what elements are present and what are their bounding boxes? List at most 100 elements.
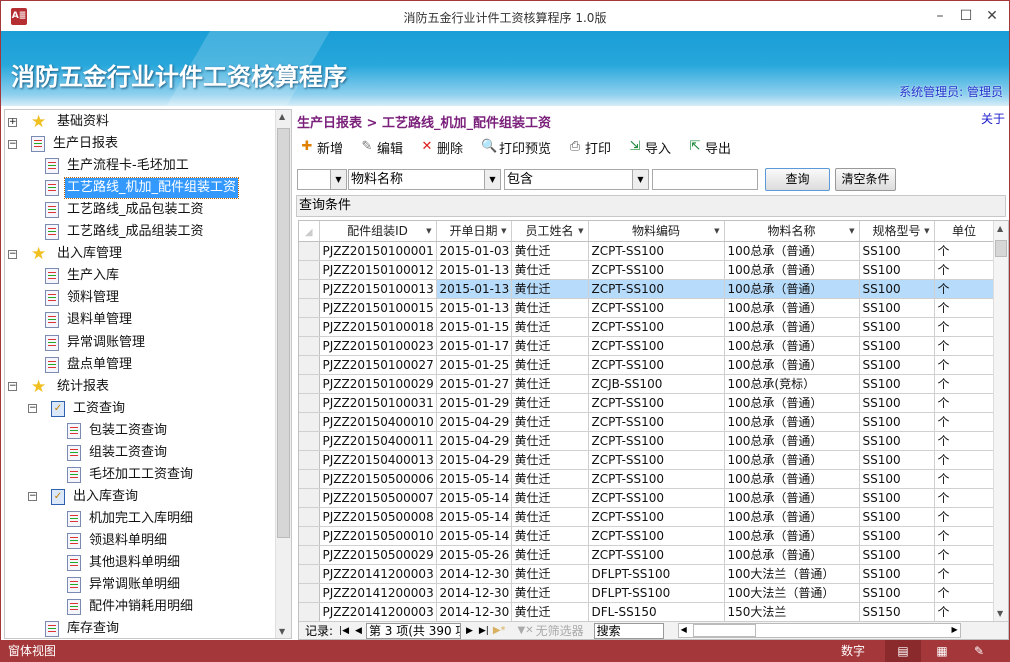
table-cell[interactable]: 黄仕迁 <box>511 412 589 432</box>
table-cell[interactable]: PJZZ20141200003 <box>319 583 437 603</box>
select-all-corner[interactable]: ◢ <box>299 221 320 242</box>
table-row[interactable]: PJZZ20150400013 2015-04-29 黄仕迁 ZCPT-SS100 10… <box>299 450 995 470</box>
row-selector[interactable] <box>299 526 320 546</box>
filter-value-input[interactable] <box>652 169 758 190</box>
table-cell[interactable]: 个 <box>934 374 995 394</box>
table-cell[interactable]: 2014-12-30 <box>436 602 512 622</box>
tree-item[interactable]: 生产流程卡-毛坯加工 <box>45 156 191 176</box>
tree-item[interactable]: 工艺路线_机加_配件组装工资 <box>45 177 240 200</box>
new-record-icon[interactable]: ▶* <box>493 625 506 636</box>
table-row[interactable]: PJZZ20150500010 2015-05-14 黄仕迁 ZCPT-SS100 10… <box>299 526 995 546</box>
table-cell[interactable]: 个 <box>934 583 995 603</box>
table-cell[interactable]: 100总承（普通） <box>724 412 860 432</box>
next-record-icon[interactable]: ▶ <box>466 626 473 636</box>
table-cell[interactable]: SS150 <box>859 602 935 622</box>
table-cell[interactable]: ZCPT-SS100 <box>588 355 725 375</box>
table-cell[interactable]: PJZZ20150500010 <box>319 526 437 546</box>
table-cell[interactable]: PJZZ20150500007 <box>319 488 437 508</box>
table-cell[interactable]: 黄仕迁 <box>511 336 589 356</box>
table-cell[interactable]: 个 <box>934 279 995 299</box>
table-cell[interactable]: ZCPT-SS100 <box>588 526 725 546</box>
table-cell[interactable]: 100总承（普通） <box>724 393 860 413</box>
toolbar-button-delete[interactable]: ✕ 删除 <box>419 137 463 157</box>
table-cell[interactable]: SS100 <box>859 412 935 432</box>
table-cell[interactable]: SS100 <box>859 545 935 565</box>
table-cell[interactable]: 100总承（普通） <box>724 260 860 280</box>
table-cell[interactable]: 2015-01-29 <box>436 393 512 413</box>
sort-filter-dropdown-icon[interactable]: ▼ <box>426 221 431 241</box>
tree-item[interactable]: 机加完工入库明细 <box>67 509 195 529</box>
table-cell[interactable]: 100总承（普通） <box>724 469 860 489</box>
table-cell[interactable]: 个 <box>934 355 995 375</box>
query-button[interactable]: 查询 <box>765 168 830 191</box>
tree-item[interactable]: − ✓ 出入库查询 <box>28 487 140 507</box>
table-row[interactable]: PJZZ20150100023 2015-01-17 黄仕迁 ZCPT-SS100 10… <box>299 336 995 356</box>
table-cell[interactable]: 2015-01-17 <box>436 336 512 356</box>
table-cell[interactable]: SS100 <box>859 431 935 451</box>
row-selector[interactable] <box>299 431 320 451</box>
table-cell[interactable]: SS100 <box>859 374 935 394</box>
field-prefix-combo[interactable]: ▼ <box>297 169 347 190</box>
table-row[interactable]: PJZZ20150500007 2015-05-14 黄仕迁 ZCPT-SS100 10… <box>299 488 995 508</box>
table-cell[interactable]: 黄仕迁 <box>511 450 589 470</box>
row-selector[interactable] <box>299 241 320 261</box>
table-row[interactable]: PJZZ20150100031 2015-01-29 黄仕迁 ZCPT-SS100 10… <box>299 393 995 413</box>
collapse-icon[interactable]: − <box>8 382 17 392</box>
table-cell[interactable]: 2014-12-30 <box>436 564 512 584</box>
table-cell[interactable]: SS100 <box>859 393 935 413</box>
row-selector[interactable] <box>299 260 320 280</box>
sort-filter-dropdown-icon[interactable]: ▼ <box>501 221 506 241</box>
table-cell[interactable]: 个 <box>934 564 995 584</box>
table-row[interactable]: PJZZ20150100001 2015-01-03 黄仕迁 ZCPT-SS100 10… <box>299 241 995 261</box>
table-cell[interactable]: 100总承（普通） <box>724 241 860 261</box>
field-combo[interactable]: 物料名称 ▼ <box>348 169 501 190</box>
column-header[interactable]: 开单日期 ▼ <box>436 221 512 242</box>
table-cell[interactable]: PJZZ20150500029 <box>319 545 437 565</box>
table-cell[interactable]: 100总承（普通） <box>724 279 860 299</box>
tree-item[interactable]: − 生产日报表 <box>8 134 120 154</box>
toolbar-button-edit[interactable]: ✎ 编辑 <box>359 137 403 157</box>
row-selector[interactable] <box>299 583 320 603</box>
row-selector[interactable] <box>299 393 320 413</box>
table-cell[interactable]: PJZZ20141200003 <box>319 564 437 584</box>
table-cell[interactable]: 2015-04-29 <box>436 412 512 432</box>
table-row[interactable]: PJZZ20150100029 2015-01-27 黄仕迁 ZCJB-SS100 10… <box>299 374 995 394</box>
table-cell[interactable]: 个 <box>934 336 995 356</box>
table-cell[interactable]: 2014-12-30 <box>436 583 512 603</box>
toolbar-button-new[interactable]: ✚ 新增 <box>299 137 343 157</box>
table-cell[interactable]: 2015-05-26 <box>436 545 512 565</box>
table-cell[interactable]: PJZZ20150100015 <box>319 298 437 318</box>
table-cell[interactable]: ZCPT-SS100 <box>588 298 725 318</box>
chevron-down-icon[interactable]: ▼ <box>632 170 648 189</box>
table-cell[interactable]: 2015-01-13 <box>436 279 512 299</box>
table-cell[interactable]: PJZZ20150100001 <box>319 241 437 261</box>
table-cell[interactable]: PJZZ20150500006 <box>319 469 437 489</box>
close-button[interactable]: ✕ <box>979 6 1005 26</box>
table-cell[interactable]: ZCPT-SS100 <box>588 469 725 489</box>
sort-filter-dropdown-icon[interactable]: ▼ <box>924 221 929 241</box>
grid-horizontal-scrollbar[interactable]: ◀ ▶ <box>677 623 961 638</box>
scroll-down-icon[interactable]: ▼ <box>997 609 1003 618</box>
table-cell[interactable]: 个 <box>934 507 995 527</box>
table-cell[interactable]: ZCPT-SS100 <box>588 488 725 508</box>
table-cell[interactable]: DFLPT-SS100 <box>588 564 725 584</box>
table-cell[interactable]: 个 <box>934 450 995 470</box>
form-view-icon[interactable]: ▤ <box>885 640 921 662</box>
clear-conditions-button[interactable]: 清空条件 <box>835 168 896 191</box>
search-input[interactable]: 搜索 <box>593 622 664 639</box>
about-link[interactable]: 关于 <box>981 110 1005 127</box>
table-cell[interactable]: SS100 <box>859 507 935 527</box>
table-cell[interactable]: 个 <box>934 260 995 280</box>
table-cell[interactable]: 黄仕迁 <box>511 545 589 565</box>
tree-item[interactable]: − ★ 出入库管理 <box>8 244 124 264</box>
column-header[interactable]: 物料编码 ▼ <box>588 221 725 242</box>
table-cell[interactable]: 个 <box>934 412 995 432</box>
table-cell[interactable]: SS100 <box>859 298 935 318</box>
table-row[interactable]: PJZZ20150100018 2015-01-15 黄仕迁 ZCPT-SS100 10… <box>299 317 995 337</box>
table-cell[interactable]: 2015-01-13 <box>436 260 512 280</box>
row-selector[interactable] <box>299 564 320 584</box>
column-header[interactable]: 单位 <box>934 221 995 242</box>
table-cell[interactable]: 个 <box>934 469 995 489</box>
table-cell[interactable]: ZCPT-SS100 <box>588 279 725 299</box>
toolbar-button-print-preview[interactable]: 🔍 打印预览 <box>481 137 551 157</box>
